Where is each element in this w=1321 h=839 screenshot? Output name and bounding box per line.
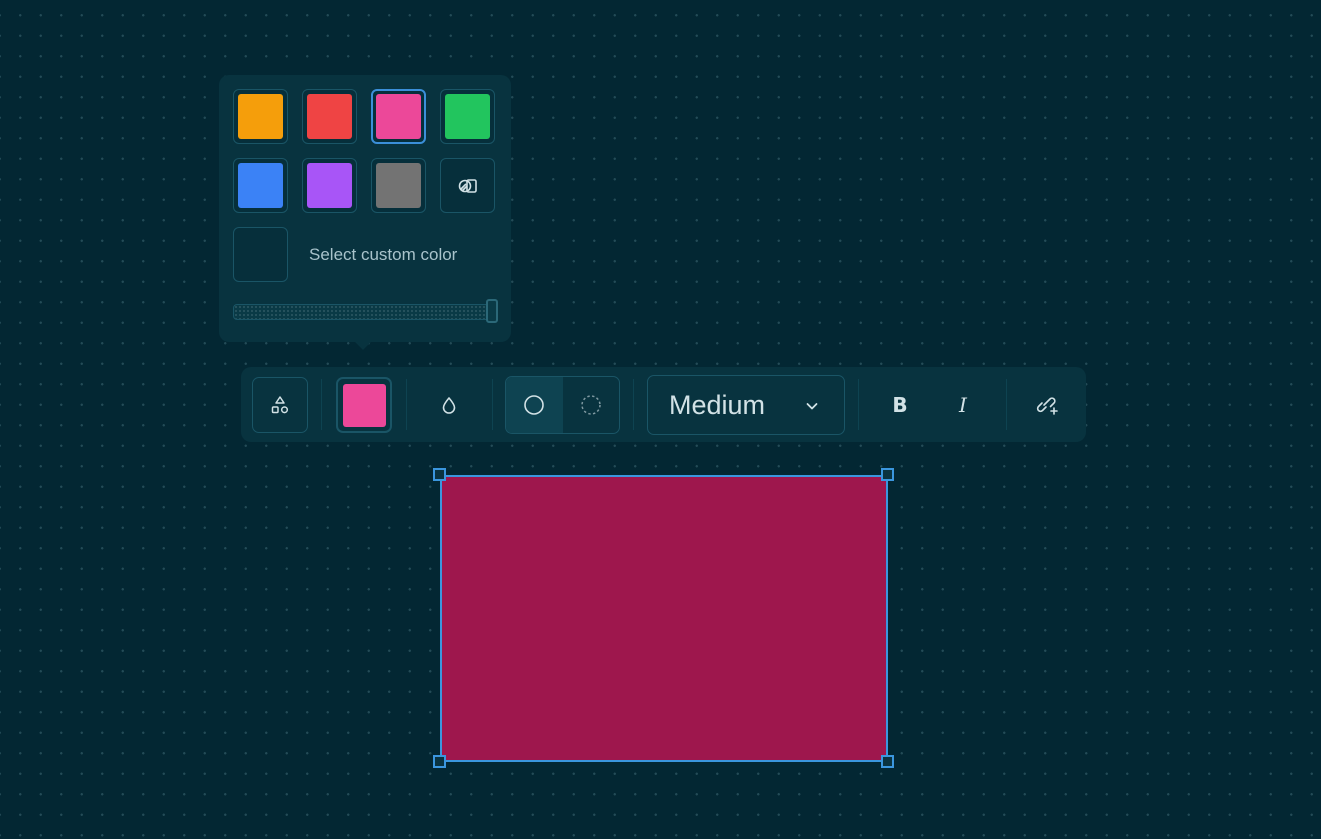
style-button[interactable] [252, 377, 308, 433]
opacity-slider[interactable] [233, 299, 498, 323]
palette-swap-button[interactable] [440, 158, 495, 213]
swatch-gray[interactable] [371, 158, 426, 213]
custom-color-row: Select custom color [233, 227, 457, 282]
palette-swap-icon [458, 178, 477, 193]
custom-color-label[interactable]: Select custom color [309, 245, 457, 265]
dashed-stroke-option[interactable] [563, 377, 620, 433]
droplet-icon [442, 397, 456, 414]
swatch-pink-fill [376, 94, 421, 139]
swatch-green-fill [445, 94, 490, 139]
swatch-green[interactable] [440, 89, 495, 144]
toolbar-divider [406, 379, 407, 430]
current-color-chip [342, 383, 386, 427]
solid-stroke-option[interactable] [506, 377, 563, 433]
chevron-down-icon [806, 403, 818, 410]
color-picker-popover: Select custom color [219, 75, 511, 350]
swatch-gray-fill [376, 163, 421, 208]
swatch-purple[interactable] [302, 158, 357, 213]
swatch-orange[interactable] [233, 89, 288, 144]
opacity-button[interactable] [421, 377, 477, 433]
custom-color-swatch[interactable] [233, 227, 288, 282]
opacity-slider-thumb[interactable] [486, 299, 498, 323]
size-dropdown-value: Medium [669, 389, 766, 420]
swatch-red[interactable] [302, 89, 357, 144]
circle-solid-outline-icon [524, 395, 545, 415]
shapes-icon [271, 396, 289, 414]
selected-rectangle[interactable] [440, 475, 888, 762]
swatch-blue-fill [238, 163, 283, 208]
resize-handle-bottom-right[interactable] [881, 755, 894, 768]
color-button[interactable] [336, 377, 392, 433]
bold-button[interactable]: B [872, 377, 928, 433]
toolbar-divider [321, 379, 322, 430]
toolbar-divider [492, 379, 493, 430]
resize-handle-top-right[interactable] [881, 468, 894, 481]
circle-dashed-outline-icon [581, 395, 601, 415]
swatch-purple-fill [307, 163, 352, 208]
shape-style-toolbar: Medium B I [241, 367, 1086, 442]
add-link-button[interactable] [1020, 377, 1076, 433]
swatch-red-fill [307, 94, 352, 139]
link-add-icon [1036, 397, 1058, 415]
italic-label: I [959, 393, 967, 417]
swatch-pink[interactable] [371, 89, 426, 144]
swatch-blue[interactable] [233, 158, 288, 213]
toolbar-divider [633, 379, 634, 430]
stroke-style-group [505, 376, 620, 434]
toolbar-divider [858, 379, 859, 430]
swatch-orange-fill [238, 94, 283, 139]
resize-handle-top-left[interactable] [433, 468, 446, 481]
italic-button[interactable]: I [935, 377, 991, 433]
toolbar-divider [1006, 379, 1007, 430]
resize-handle-bottom-left[interactable] [433, 755, 446, 768]
bold-label: B [892, 393, 908, 417]
size-dropdown[interactable]: Medium [647, 375, 845, 435]
color-swatch-grid [233, 89, 495, 213]
